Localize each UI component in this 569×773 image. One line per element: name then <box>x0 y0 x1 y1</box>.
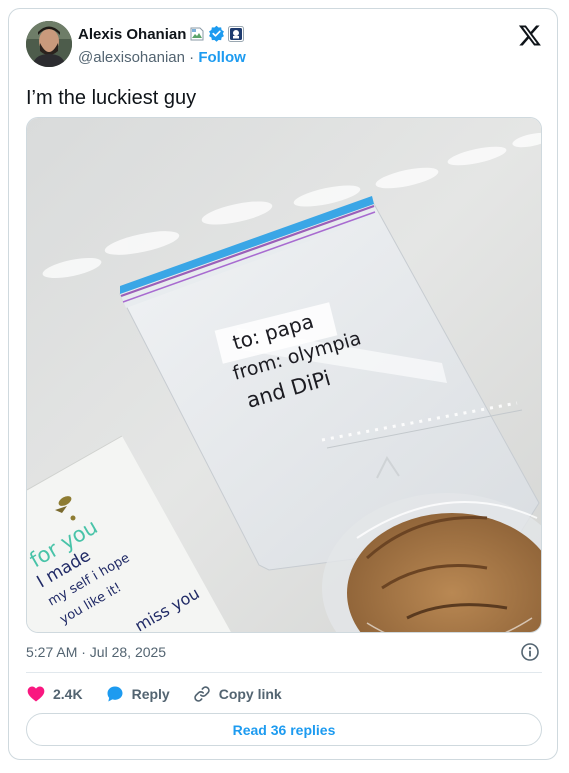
info-icon[interactable] <box>520 642 540 662</box>
tweet-text: I’m the luckiest guy <box>26 87 197 109</box>
avatar[interactable] <box>26 21 72 67</box>
author-name[interactable]: Alexis Ohanian <box>78 26 186 43</box>
verified-icon <box>209 25 224 42</box>
tweet-photo[interactable]: to: papa from: olympia and DiPi for you … <box>26 117 542 633</box>
handle-separator: · <box>184 49 199 66</box>
copy-link-label: Copy link <box>218 686 282 702</box>
timestamp[interactable]: 5:27 AM · Jul 28, 2025 <box>26 644 166 660</box>
reply-label: Reply <box>131 686 170 702</box>
reply-bubble-icon <box>107 686 123 702</box>
divider <box>26 672 542 673</box>
author-handle[interactable]: @alexisohanian <box>78 49 185 66</box>
avatar-image <box>26 21 72 67</box>
heart-icon <box>27 686 45 702</box>
link-icon <box>194 686 210 702</box>
read-replies-button[interactable]: Read 36 replies <box>26 713 542 746</box>
like-button[interactable]: 2.4K <box>26 684 83 704</box>
copy-link-button[interactable]: Copy link <box>192 684 282 704</box>
x-logo-icon[interactable] <box>518 23 542 47</box>
badges <box>189 25 244 42</box>
follow-link[interactable]: Follow <box>198 49 246 66</box>
read-replies-label: Read 36 replies <box>232 721 336 738</box>
handle-row: @alexisohanian · Follow <box>78 49 246 66</box>
broken-image-icon <box>190 27 204 40</box>
like-count: 2.4K <box>53 686 83 702</box>
reply-button[interactable]: Reply <box>105 684 170 704</box>
tweet-card: Alexis Ohanian @alexisohanian · Follow I… <box>8 8 558 760</box>
photo-content: to: papa from: olympia and DiPi for you … <box>27 118 541 632</box>
affiliate-badge-icon <box>228 25 244 42</box>
action-bar: 2.4K Reply Copy link <box>26 681 304 707</box>
